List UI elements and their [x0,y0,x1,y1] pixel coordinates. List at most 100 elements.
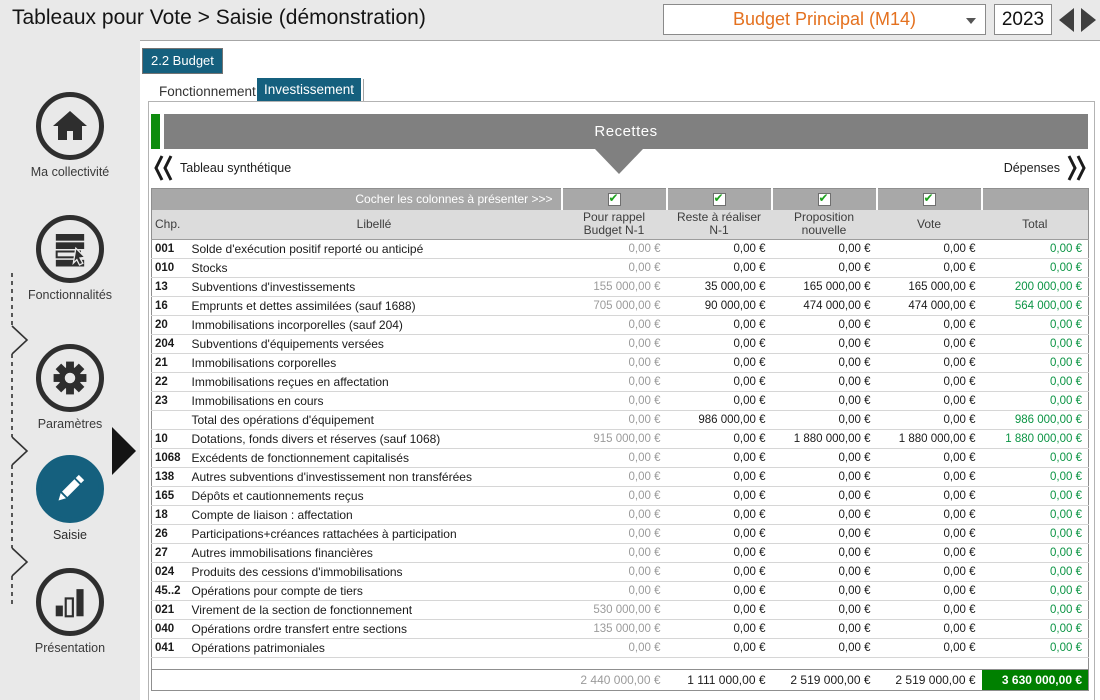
cell-reste[interactable]: 0,00 € [667,392,772,411]
checkbox-reste-a-realiser[interactable] [713,193,726,206]
nav-tableau-synthetique[interactable]: Tableau synthétique [154,154,291,182]
cell-proposition[interactable]: 0,00 € [772,392,877,411]
cell-reste[interactable]: 0,00 € [667,335,772,354]
cell-proposition[interactable]: 0,00 € [772,506,877,525]
cell-reste[interactable]: 0,00 € [667,373,772,392]
sidebar-item-parametres[interactable]: Paramètres [0,344,140,431]
cell-proposition[interactable]: 0,00 € [772,544,877,563]
column-select-label: Cocher les colonnes à présenter >>> [152,189,562,210]
cell-vote[interactable]: 0,00 € [877,525,982,544]
sidebar-item-fonctionnalites[interactable]: Fonctionnalités [0,215,140,302]
cell-reste[interactable]: 0,00 € [667,468,772,487]
cell-proposition[interactable]: 0,00 € [772,563,877,582]
cell-proposition[interactable]: 474 000,00 € [772,297,877,316]
cell-vote[interactable]: 0,00 € [877,316,982,335]
cell-proposition[interactable]: 0,00 € [772,620,877,639]
table-row: 20Immobilisations incorporelles (sauf 20… [152,316,1089,335]
cell-vote[interactable]: 0,00 € [877,563,982,582]
cell-vote[interactable]: 0,00 € [877,639,982,658]
sidebar-item-ma-collectivite[interactable]: Ma collectivité [0,92,140,179]
cell-reste[interactable]: 0,00 € [667,449,772,468]
cell-reste[interactable]: 0,00 € [667,601,772,620]
cell-vote[interactable]: 0,00 € [877,354,982,373]
cell-vote[interactable]: 474 000,00 € [877,297,982,316]
spacer-row [152,658,1089,670]
cell-reste[interactable]: 0,00 € [667,563,772,582]
cell-total: 0,00 € [982,335,1089,354]
table-row: 18Compte de liaison : affectation0,00 €0… [152,506,1089,525]
cell-reste[interactable]: 0,00 € [667,620,772,639]
cell-proposition[interactable]: 1 880 000,00 € [772,430,877,449]
row-libelle: Subventions d'équipements versées [187,335,562,354]
budget-selector[interactable]: Budget Principal (M14) [663,4,986,35]
row-chp: 27 [152,544,187,563]
cell-reste[interactable]: 35 000,00 € [667,278,772,297]
cell-reste[interactable]: 986 000,00 € [667,411,772,430]
checkbox-vote[interactable] [923,193,936,206]
cell-proposition[interactable]: 0,00 € [772,468,877,487]
cell-reste[interactable]: 0,00 € [667,240,772,259]
cell-vote[interactable]: 0,00 € [877,335,982,354]
cell-reste[interactable]: 0,00 € [667,525,772,544]
cell-reste[interactable]: 0,00 € [667,354,772,373]
cell-proposition[interactable]: 0,00 € [772,582,877,601]
cell-vote[interactable]: 0,00 € [877,487,982,506]
chevron-down-icon [966,18,976,24]
cell-proposition[interactable]: 165 000,00 € [772,278,877,297]
row-chp: 1068 [152,449,187,468]
cell-vote[interactable]: 0,00 € [877,373,982,392]
cell-proposition[interactable]: 0,00 € [772,487,877,506]
checkbox-proposition[interactable] [818,193,831,206]
cell-vote[interactable]: 1 880 000,00 € [877,430,982,449]
row-libelle: Immobilisations incorporelles (sauf 204) [187,316,562,335]
cell-proposition[interactable]: 0,00 € [772,639,877,658]
cell-proposition[interactable]: 0,00 € [772,316,877,335]
cell-vote[interactable]: 0,00 € [877,582,982,601]
row-libelle: Immobilisations corporelles [187,354,562,373]
cell-vote[interactable]: 0,00 € [877,449,982,468]
sidebar-item-presentation[interactable]: Présentation [0,568,140,655]
cell-vote[interactable]: 0,00 € [877,259,982,278]
next-year-button[interactable] [1078,7,1100,34]
cell-vote[interactable]: 0,00 € [877,411,982,430]
cell-proposition[interactable]: 0,00 € [772,354,877,373]
cell-pour-rappel: 0,00 € [562,525,667,544]
row-chp: 22 [152,373,187,392]
cell-proposition[interactable]: 0,00 € [772,335,877,354]
cell-vote[interactable]: 165 000,00 € [877,278,982,297]
cell-reste[interactable]: 0,00 € [667,544,772,563]
cell-proposition[interactable]: 0,00 € [772,601,877,620]
tab-investissement[interactable]: Investissement [257,78,361,102]
cell-reste[interactable]: 90 000,00 € [667,297,772,316]
cell-reste[interactable]: 0,00 € [667,430,772,449]
cell-vote[interactable]: 0,00 € [877,392,982,411]
cell-proposition[interactable]: 0,00 € [772,525,877,544]
cell-proposition[interactable]: 0,00 € [772,449,877,468]
cell-proposition[interactable]: 0,00 € [772,373,877,392]
cell-reste[interactable]: 0,00 € [667,316,772,335]
previous-year-button[interactable] [1056,7,1078,34]
cell-proposition[interactable]: 0,00 € [772,259,877,278]
cell-vote[interactable]: 0,00 € [877,620,982,639]
row-chp: 16 [152,297,187,316]
cell-reste[interactable]: 0,00 € [667,259,772,278]
tab-2-2-budget[interactable]: 2.2 Budget [142,48,223,74]
cell-proposition[interactable]: 0,00 € [772,240,877,259]
cell-vote[interactable]: 0,00 € [877,544,982,563]
cell-reste[interactable]: 0,00 € [667,639,772,658]
cell-vote[interactable]: 0,00 € [877,240,982,259]
cell-reste[interactable]: 0,00 € [667,487,772,506]
tab-fonctionnement[interactable]: Fonctionnement [155,81,260,102]
cell-vote[interactable]: 0,00 € [877,601,982,620]
grand-total: 3 630 000,00 € [982,670,1089,691]
nav-depenses[interactable]: Dépenses [1004,154,1086,182]
table-row: 041Opérations patrimoniales0,00 €0,00 €0… [152,639,1089,658]
cell-vote[interactable]: 0,00 € [877,506,982,525]
cell-vote[interactable]: 0,00 € [877,468,982,487]
checkbox-pour-rappel[interactable] [608,193,621,206]
cell-proposition[interactable]: 0,00 € [772,411,877,430]
cell-reste[interactable]: 0,00 € [667,582,772,601]
cell-reste[interactable]: 0,00 € [667,506,772,525]
section-banner: Recettes [164,114,1088,149]
cell-pour-rappel: 0,00 € [562,468,667,487]
